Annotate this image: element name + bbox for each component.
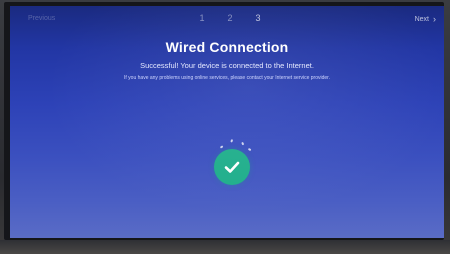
success-message: Successful! Your device is connected to … xyxy=(140,61,314,70)
sparkle-decoration xyxy=(219,145,224,149)
chevron-right-icon: › xyxy=(433,14,436,24)
tv-screen: Previous 1 2 3 Next › Wired Connection S… xyxy=(10,6,444,238)
step-3: 3 xyxy=(255,13,261,23)
step-2: 2 xyxy=(227,13,233,23)
help-text: If you have any problems using online se… xyxy=(124,75,330,81)
page-title: Wired Connection xyxy=(165,39,289,55)
step-1: 1 xyxy=(199,13,205,23)
back-button[interactable]: Previous xyxy=(28,15,55,22)
sparkle-decoration xyxy=(230,139,233,143)
next-button[interactable]: Next › xyxy=(414,14,436,24)
photo-background: Previous 1 2 3 Next › Wired Connection S… xyxy=(0,0,450,254)
tv-stand-surface xyxy=(0,240,450,254)
next-button-label: Next xyxy=(414,16,429,23)
checkmark-icon xyxy=(224,161,240,173)
check-circle-icon xyxy=(214,149,250,185)
setup-steps-indicator: 1 2 3 xyxy=(198,13,262,23)
tv-bezel: Previous 1 2 3 Next › Wired Connection S… xyxy=(4,2,444,240)
sparkle-decoration xyxy=(247,148,252,152)
sparkle-decoration xyxy=(241,142,244,146)
